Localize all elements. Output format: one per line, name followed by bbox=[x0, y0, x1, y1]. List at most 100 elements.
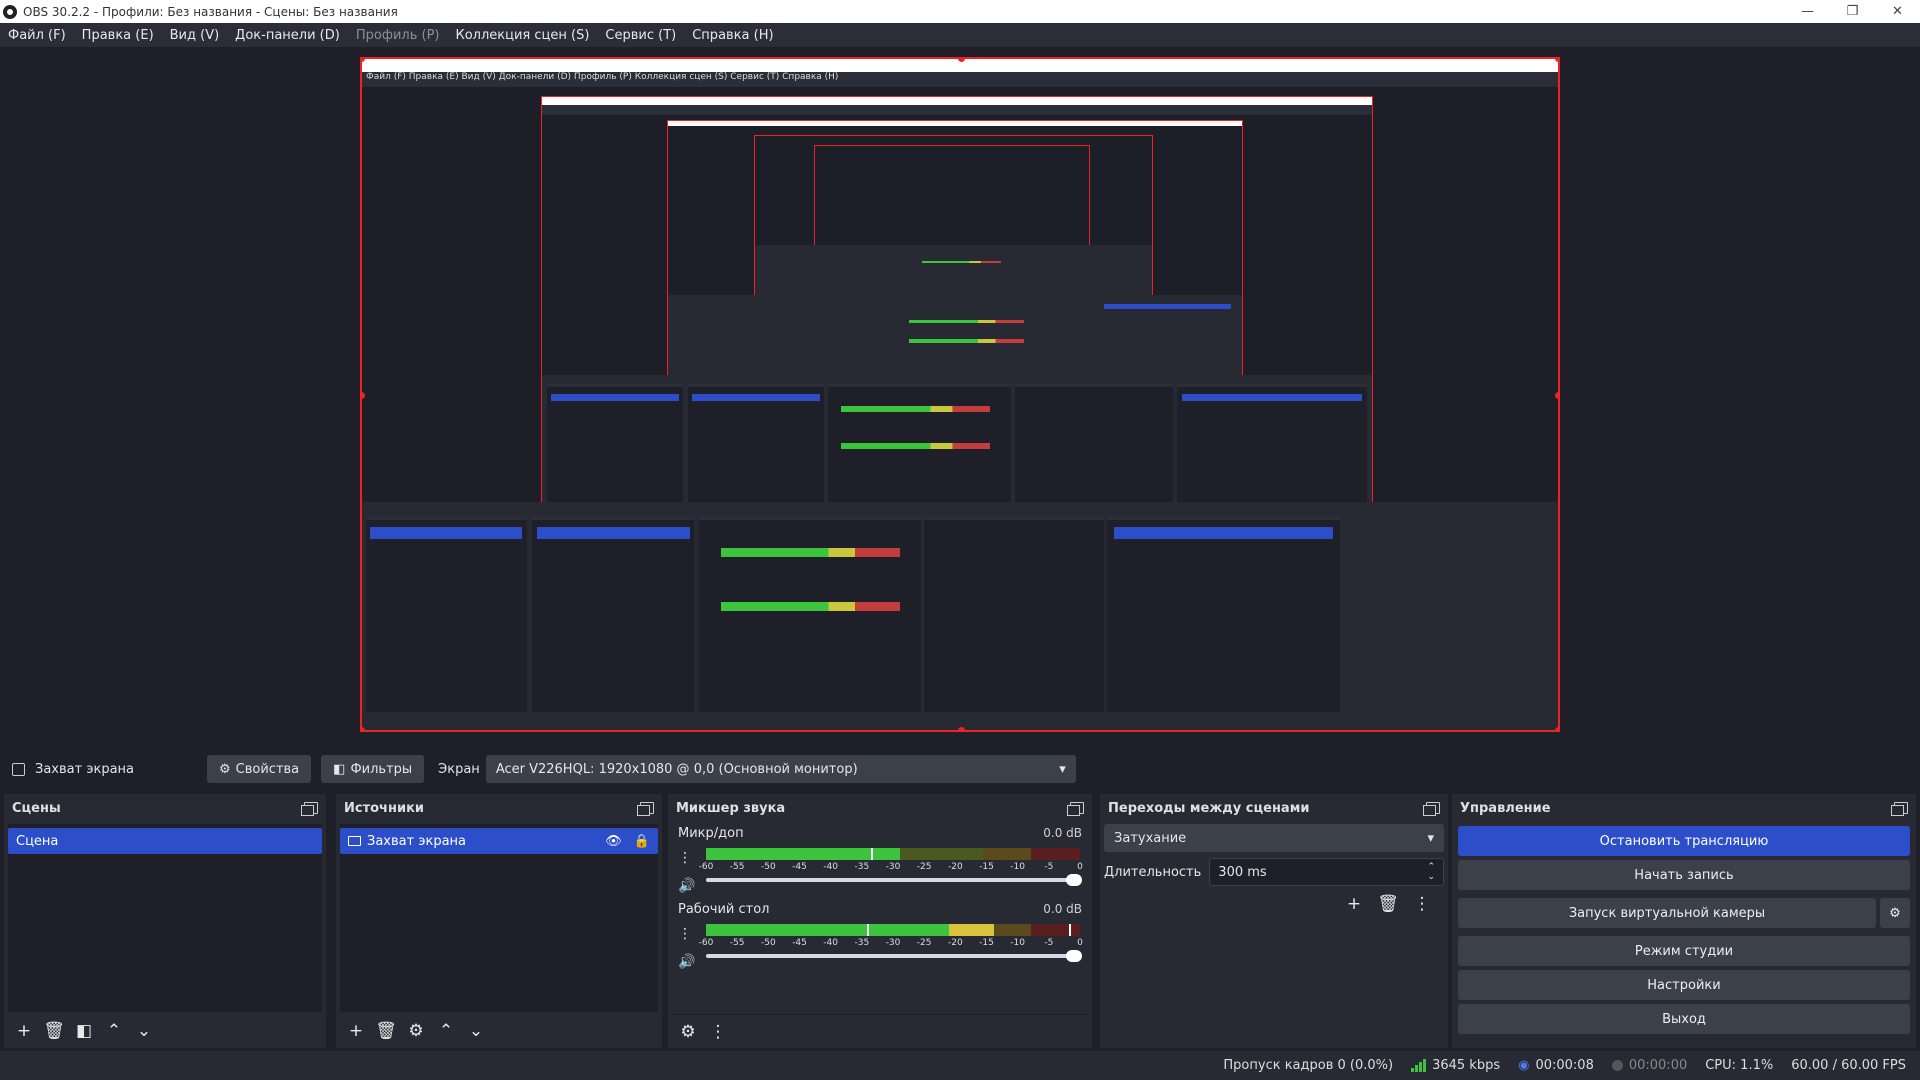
tick-label: -10 bbox=[1010, 862, 1026, 872]
tick-label: -60 bbox=[698, 862, 714, 872]
volume-slider[interactable] bbox=[706, 950, 1082, 962]
dropped-frames: Пропуск кадров 0 (0.0%) bbox=[1223, 1058, 1394, 1073]
speaker-icon[interactable]: 🔊 bbox=[678, 948, 695, 976]
menu-item-6[interactable]: Сервис (T) bbox=[597, 28, 684, 43]
start-virtual-camera-button[interactable]: Запуск виртуальной камеры bbox=[1458, 898, 1876, 928]
tick-label: -50 bbox=[760, 938, 776, 948]
sources-list: Захват экрана 👁 🔒 bbox=[340, 824, 658, 1012]
menu-item-5[interactable]: Коллекция сцен (S) bbox=[447, 28, 597, 43]
resize-handle-bottom-right[interactable] bbox=[1555, 727, 1558, 730]
monitor-icon bbox=[348, 836, 361, 846]
lock-icon[interactable]: 🔒 bbox=[634, 834, 650, 849]
channel-db: 0.0 dB bbox=[1043, 902, 1082, 916]
advanced-audio-gear-icon[interactable]: ⚙ bbox=[676, 1020, 700, 1044]
tick-label: 0 bbox=[1077, 862, 1083, 872]
selected-source-name: Захват экрана bbox=[35, 761, 134, 777]
properties-button[interactable]: ⚙ Свойства bbox=[207, 755, 312, 783]
slider-knob[interactable] bbox=[1066, 874, 1082, 886]
spin-arrows-icon[interactable]: ⌃ ⌄ bbox=[1427, 862, 1435, 882]
menu-item-0[interactable]: Файл (F) bbox=[0, 28, 74, 43]
settings-button[interactable]: Настройки bbox=[1458, 970, 1910, 1000]
add-icon[interactable]: + bbox=[12, 1019, 36, 1043]
filter-icon[interactable]: ◧ bbox=[72, 1019, 96, 1043]
virtual-camera-settings-gear-icon[interactable]: ⚙ bbox=[1880, 898, 1910, 928]
resize-handle-bottom-left[interactable] bbox=[362, 727, 365, 730]
chevron-up-icon[interactable]: ⌃ bbox=[434, 1019, 458, 1043]
resize-handle-right[interactable] bbox=[1555, 392, 1558, 399]
duration-spinbox[interactable]: 300 ms ⌃ ⌄ bbox=[1209, 858, 1444, 886]
chevron-up-icon[interactable]: ⌃ bbox=[102, 1019, 126, 1043]
channel-name: Рабочий стол bbox=[678, 902, 770, 917]
speaker-icon[interactable]: 🔊 bbox=[678, 872, 695, 900]
slider-knob[interactable] bbox=[1066, 950, 1082, 962]
duration-label: Длительность bbox=[1104, 864, 1202, 880]
mixer-title: Микшер звука bbox=[676, 800, 786, 816]
trash-icon[interactable]: 🗑 bbox=[1376, 892, 1400, 916]
cpu-usage: CPU: 1.1% bbox=[1705, 1058, 1774, 1073]
transition-select[interactable]: Затухание ▾ bbox=[1104, 824, 1444, 852]
mixer-channel-mic: Микр/доп 0.0 dB ⋮ 🔊 -60 -55 -50 -45 -40 -35 -30-… bbox=[672, 822, 1088, 898]
filters-button[interactable]: ◧ Фильтры bbox=[321, 755, 425, 783]
tick-label: -25 bbox=[916, 862, 932, 872]
resize-handle-top-right[interactable] bbox=[1555, 59, 1558, 62]
chevron-down-icon[interactable]: ⌄ bbox=[132, 1019, 156, 1043]
close-button[interactable]: ✕ bbox=[1875, 0, 1920, 23]
menu-item-1[interactable]: Правка (E) bbox=[74, 28, 162, 43]
scene-item[interactable]: Сцена bbox=[8, 828, 322, 854]
tick-label: -15 bbox=[979, 862, 994, 872]
source-item-label: Захват экрана bbox=[367, 833, 466, 849]
record-time: 00:00:00 bbox=[1628, 1058, 1688, 1073]
menu-item-4[interactable]: Профиль (P) bbox=[348, 28, 448, 43]
signal-bars-icon bbox=[1411, 1058, 1427, 1072]
add-icon[interactable]: + bbox=[1342, 892, 1366, 916]
chevron-down-icon: ▾ bbox=[1427, 830, 1434, 846]
preview-canvas[interactable]: Файл (F) Правка (E) Вид (V) Док-панели (… bbox=[360, 57, 1560, 732]
minimize-button[interactable]: — bbox=[1785, 0, 1830, 23]
resize-handle-bottom[interactable] bbox=[958, 727, 965, 730]
volume-slider[interactable] bbox=[706, 874, 1082, 886]
nested-screen-level-1: Файл (F) Правка (E) Вид (V) Док-панели (… bbox=[362, 59, 1558, 730]
nested-preview-level-4 bbox=[753, 135, 1154, 302]
menu-item-3[interactable]: Док-панели (D) bbox=[227, 28, 348, 43]
studio-mode-button[interactable]: Режим студии bbox=[1458, 936, 1910, 966]
undock-icon[interactable] bbox=[1891, 802, 1908, 816]
undock-icon[interactable] bbox=[301, 802, 318, 816]
tick-label: -50 bbox=[760, 862, 776, 872]
chevron-down-icon: ▾ bbox=[1059, 761, 1066, 777]
tick-label: -40 bbox=[823, 862, 839, 872]
window-title: OBS 30.2.2 - Профили: Без названия - Сце… bbox=[23, 4, 398, 19]
source-item[interactable]: Захват экрана 👁 🔒 bbox=[340, 828, 658, 854]
restore-button[interactable]: ❐ bbox=[1830, 0, 1875, 23]
stop-stream-button[interactable]: Остановить трансляцию bbox=[1458, 826, 1910, 856]
start-record-button[interactable]: Начать запись bbox=[1458, 860, 1910, 890]
kebab-menu-icon[interactable]: ⋮ bbox=[706, 1020, 730, 1044]
nested-title-bar bbox=[542, 96, 1372, 106]
source-toolbar: Захват экрана ⚙ Свойства ◧ Фильтры Экран A… bbox=[0, 754, 1920, 784]
filters-label: Фильтры bbox=[350, 761, 413, 777]
gear-icon[interactable]: ⚙ bbox=[404, 1019, 428, 1043]
undock-icon[interactable] bbox=[637, 802, 654, 816]
record-dot-icon bbox=[1611, 1060, 1623, 1071]
eye-icon[interactable]: 👁 bbox=[605, 834, 622, 849]
kebab-menu-icon[interactable]: ⋮ bbox=[1410, 892, 1434, 916]
undock-icon[interactable] bbox=[1067, 802, 1084, 816]
tick-label: -20 bbox=[947, 862, 963, 872]
status-bar: Пропуск кадров 0 (0.0%) 3645 kbps ◉ 00:0… bbox=[0, 1051, 1920, 1080]
scenes-list: Сцена bbox=[8, 824, 322, 1012]
exit-button[interactable]: Выход bbox=[1458, 1004, 1910, 1034]
sources-dock: Источники Захват экрана 👁 🔒 + 🗑 ⚙ ⌃ ⌄ bbox=[336, 794, 662, 1048]
kebab-menu-icon[interactable]: ⋮ bbox=[678, 844, 695, 872]
channel-name: Микр/доп bbox=[678, 826, 744, 841]
display-select[interactable]: Acer V226HQL: 1920x1080 @ 0,0 (Основной … bbox=[485, 755, 1076, 783]
undock-icon[interactable] bbox=[1423, 802, 1440, 816]
add-icon[interactable]: + bbox=[344, 1019, 368, 1043]
chevron-down-icon[interactable]: ⌄ bbox=[464, 1019, 488, 1043]
menu-item-2[interactable]: Вид (V) bbox=[162, 28, 228, 43]
controls-title: Управление bbox=[1460, 800, 1551, 816]
trash-icon[interactable]: 🗑 bbox=[374, 1019, 398, 1043]
kebab-menu-icon[interactable]: ⋮ bbox=[678, 920, 695, 948]
tick-label: -55 bbox=[729, 938, 745, 948]
trash-icon[interactable]: 🗑 bbox=[42, 1019, 66, 1043]
menu-item-7[interactable]: Справка (H) bbox=[684, 28, 781, 43]
tick-label: -10 bbox=[1010, 938, 1026, 948]
